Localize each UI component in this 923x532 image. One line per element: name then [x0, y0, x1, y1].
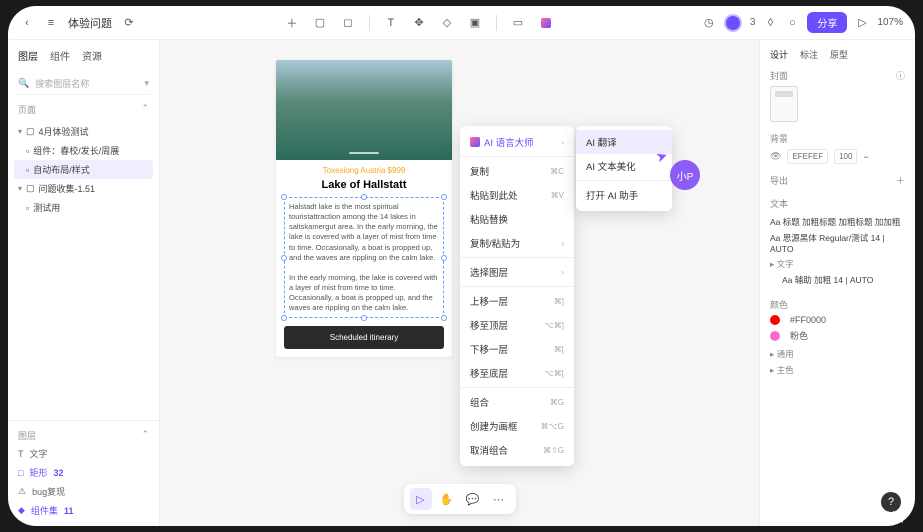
rtab-inspect[interactable]: 标注 [800, 48, 818, 61]
ai-submenu: AI 翻译 AI 文本美化 打开 AI 助手 [576, 126, 672, 211]
color-swatch-red[interactable]: #FF0000 [770, 315, 905, 325]
tab-layers[interactable]: 图层 [18, 48, 38, 63]
ctx-ungroup[interactable]: 取消组合⌘⇧G [460, 438, 574, 462]
canvas[interactable]: Toxesiong Austria $999 Lake of Hallstatt… [160, 40, 759, 526]
collapse-icon[interactable]: ⌃ [141, 103, 149, 116]
ctx-paste-replace[interactable]: 粘贴替换 [460, 207, 574, 231]
artboard[interactable]: Toxesiong Austria $999 Lake of Hallstatt… [276, 60, 452, 357]
history-icon[interactable]: ◷ [702, 16, 716, 30]
doc-title[interactable]: 体验问题 [68, 15, 112, 31]
tab-components[interactable]: 组件 [50, 48, 70, 63]
tree-page[interactable]: ▫ 测试用 [14, 198, 153, 217]
page-tree: ▾▢ 4月体验测试 ▫ 组件：春校/发长/周展 ▫ 自动布局/样式 ▾▢ 问题收… [8, 122, 159, 217]
subtitle-text: Toxesiong Austria $999 [276, 160, 452, 177]
ctx-move-down[interactable]: 下移一层⌘[ [460, 337, 574, 361]
tool-pointer[interactable]: ▷ [410, 488, 432, 510]
ctx-create-frame[interactable]: 创建为画框⌘⌥G [460, 414, 574, 438]
top-toolbar: ‹ ≡ 体验问题 ⟳ ＋ ▢ ◻ T ✥ ◇ ▣ ▭ ◷ 3 ◊ ○ 分享 ▷ … [8, 6, 915, 40]
pages-header: 页面 [18, 103, 36, 116]
move-icon[interactable]: ✥ [412, 16, 426, 30]
tree-folder[interactable]: ▾▢ 问题收集-1.51 [14, 179, 153, 198]
tree-page[interactable]: ▫ 组件：春校/发长/周展 [14, 141, 153, 160]
back-icon[interactable]: ‹ [20, 16, 34, 30]
context-menu: AI 语言大师› 复制⌘C 粘贴到此处⌘V 粘贴替换 复制/粘贴为› 选择图层›… [460, 126, 574, 466]
bookmark-icon[interactable]: ◊ [763, 16, 777, 30]
layer-bug[interactable]: ⚠bug复现 [18, 482, 149, 501]
add-export-icon[interactable]: ＋ [896, 174, 905, 187]
font-style-2[interactable]: Aa 思源黑体 Regular/测试 14 | AUTO [770, 230, 905, 256]
user-avatar[interactable] [724, 14, 742, 32]
ctx-ai-master[interactable]: AI 语言大师› [460, 130, 574, 154]
pin-icon[interactable]: ○ [785, 16, 799, 30]
ai-icon[interactable] [539, 16, 553, 30]
tree-folder[interactable]: ▾▢ 4月体验测试 [14, 122, 153, 141]
mask-icon[interactable]: ▣ [468, 16, 482, 30]
cta-button[interactable]: Scheduled itinerary [284, 326, 444, 349]
ctx-copy[interactable]: 复制⌘C [460, 159, 574, 183]
component-icon[interactable]: ◇ [440, 16, 454, 30]
right-panel: 设计 标注 原型 封面ⓘ 背景 👁 EFEFEF 100 − 导出＋ [759, 40, 915, 526]
play-icon[interactable]: ▷ [855, 16, 869, 30]
remove-icon[interactable]: − [863, 152, 868, 162]
layer-componentset[interactable]: ◆组件集 11 [18, 501, 149, 520]
layer-search[interactable]: 🔍 搜索图层名称 ▾ [16, 73, 151, 95]
collaborator-cursor: 小P [670, 160, 700, 190]
ctx-move-bottom[interactable]: 移至底层⌥⌘[ [460, 361, 574, 385]
rtab-prototype[interactable]: 原型 [830, 48, 848, 61]
rtab-design[interactable]: 设计 [770, 48, 788, 61]
font-style-3[interactable]: Aa 辅助 加粗 14 | AUTO [770, 272, 905, 288]
menu-icon[interactable]: ≡ [44, 16, 58, 30]
ctx-paste-here[interactable]: 粘贴到此处⌘V [460, 183, 574, 207]
tool-hand[interactable]: ✋ [436, 488, 458, 510]
left-panel: 图层 组件 资源 🔍 搜索图层名称 ▾ 页面 ⌃ ▾▢ 4月体验测试 ▫ 组件：… [8, 40, 160, 526]
ctx-select-layer[interactable]: 选择图层› [460, 260, 574, 284]
shape-icon[interactable]: ◻ [341, 16, 355, 30]
hero-image [276, 60, 452, 160]
frame-icon[interactable]: ▢ [313, 16, 327, 30]
visibility-icon[interactable]: 👁 [770, 151, 781, 162]
cover-thumbnail[interactable] [770, 86, 798, 122]
font-style-1[interactable]: Aa 标题 加粗标题 加粗标题 加加粗 [770, 214, 905, 230]
tool-more[interactable]: ⋯ [488, 488, 510, 510]
sub-ai-open[interactable]: 打开 AI 助手 [576, 183, 672, 207]
tree-page-selected[interactable]: ▫ 自动布局/样式 [14, 160, 153, 179]
ctx-move-up[interactable]: 上移一层⌘] [460, 289, 574, 313]
search-icon: 🔍 [18, 78, 29, 89]
ctx-group[interactable]: 组合⌘G [460, 390, 574, 414]
watermark: 网易号 | 设计新知 [793, 507, 905, 526]
tool-comment[interactable]: 💬 [462, 488, 484, 510]
filter-icon[interactable]: ▾ [144, 78, 149, 89]
info-icon[interactable]: ⓘ [896, 69, 905, 82]
cloud-sync-icon[interactable]: ⟳ [122, 16, 136, 30]
left-tabs: 图层 组件 资源 [8, 40, 159, 71]
share-button[interactable]: 分享 [807, 12, 847, 33]
bg-opacity-input[interactable]: 100 [834, 149, 857, 164]
ctx-move-top[interactable]: 移至顶层⌥⌘] [460, 313, 574, 337]
layer-text[interactable]: T文字 [18, 444, 149, 463]
measure-icon[interactable]: ▭ [511, 16, 525, 30]
layer-rect[interactable]: □矩形 32 [18, 463, 149, 482]
selected-text-block[interactable]: Halstadt lake is the most spiritual tour… [284, 197, 444, 318]
zoom-level[interactable]: 107% [877, 17, 903, 28]
tab-assets[interactable]: 资源 [82, 48, 102, 63]
bg-color-input[interactable]: EFEFEF [787, 149, 828, 164]
text-icon[interactable]: T [384, 16, 398, 30]
collab-count: 3 [750, 17, 756, 28]
canvas-toolbar: ▷ ✋ 💬 ⋯ [404, 484, 516, 514]
color-swatch-pink[interactable]: 粉色 [770, 329, 905, 342]
add-icon[interactable]: ＋ [285, 16, 299, 30]
ctx-copy-paste-as[interactable]: 复制/粘贴为› [460, 231, 574, 255]
